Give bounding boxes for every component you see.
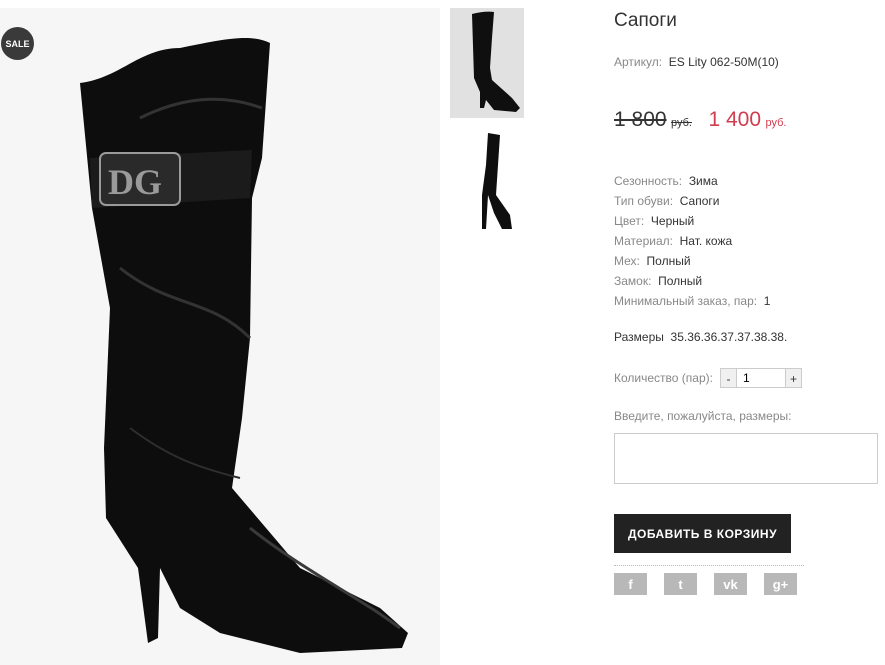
thumbnail-1[interactable]: [450, 8, 524, 118]
sku-label: Артикул:: [614, 55, 663, 69]
property-row: Цвет: Черный: [614, 213, 770, 233]
property-label: Замок:: [614, 274, 652, 288]
property-value: Полный: [658, 274, 703, 288]
property-value: Зима: [688, 174, 718, 188]
svg-text:DG: DG: [108, 162, 162, 202]
social-share: f t vk g+: [614, 573, 797, 595]
properties-list: Сезонность: Зима Тип обуви: Сапоги Цвет:…: [614, 173, 770, 313]
quantity-input[interactable]: [736, 368, 785, 388]
property-label: Материал:: [614, 234, 673, 248]
main-product-image[interactable]: DG SALE: [0, 8, 440, 665]
property-row: Материал: Нат. кожа: [614, 233, 770, 253]
property-row: Замок: Полный: [614, 273, 770, 293]
sizes-label: Размеры: [614, 330, 664, 344]
property-label: Сезонность:: [614, 174, 683, 188]
quantity-decrement-button[interactable]: -: [719, 368, 737, 388]
thumbnail-boot-image: [472, 11, 520, 112]
old-price: 1 800: [614, 108, 667, 131]
property-value: Сапоги: [679, 194, 720, 208]
property-label: Цвет:: [614, 214, 645, 228]
new-price: 1 400: [708, 108, 762, 131]
price-block: 1 800 руб. 1 400 руб.: [614, 108, 786, 132]
sku-value: ES Lity 062-50M(10): [668, 55, 779, 69]
property-row: Мех: Полный: [614, 253, 770, 273]
facebook-icon[interactable]: f: [614, 573, 647, 595]
property-row: Минимальный заказ, пар: 1: [614, 293, 770, 313]
quantity-increment-button[interactable]: +: [784, 368, 802, 388]
twitter-icon[interactable]: t: [664, 573, 697, 595]
property-row: Сезонность: Зима: [614, 173, 770, 193]
sizes-value: 35.36.36.37.37.38.38.: [670, 330, 788, 344]
boot-image: DG: [80, 38, 408, 653]
property-value: Черный: [650, 214, 695, 228]
sizes-note-label: Введите, пожалуйста, размеры:: [614, 409, 792, 423]
property-value: Полный: [646, 254, 691, 268]
property-row: Тип обуви: Сапоги: [614, 193, 770, 213]
old-price-currency: руб.: [671, 117, 692, 129]
product-title: Сапоги: [614, 10, 677, 31]
google-plus-icon[interactable]: g+: [764, 573, 797, 595]
divider: [614, 565, 804, 566]
sizes-note-textarea[interactable]: [614, 433, 878, 484]
sizes-row: Размеры 35.36.36.37.37.38.38.: [614, 330, 787, 344]
property-label: Мех:: [614, 254, 640, 268]
thumbnail-2[interactable]: [450, 125, 524, 235]
quantity-row: Количество (пар): - +: [614, 368, 802, 388]
new-price-currency: руб.: [765, 117, 787, 129]
quantity-label: Количество (пар):: [614, 371, 713, 385]
add-to-cart-button[interactable]: ДОБАВИТЬ В КОРЗИНУ: [614, 514, 791, 553]
property-label: Тип обуви:: [614, 194, 674, 208]
vk-icon[interactable]: vk: [714, 573, 747, 595]
property-value: 1: [763, 294, 771, 308]
thumbnail-boot-image: [482, 133, 512, 229]
property-label: Минимальный заказ, пар:: [614, 294, 758, 308]
sale-badge: SALE: [1, 27, 34, 60]
sku-row: Артикул: ES Lity 062-50M(10): [614, 55, 779, 69]
property-value: Нат. кожа: [679, 234, 733, 248]
